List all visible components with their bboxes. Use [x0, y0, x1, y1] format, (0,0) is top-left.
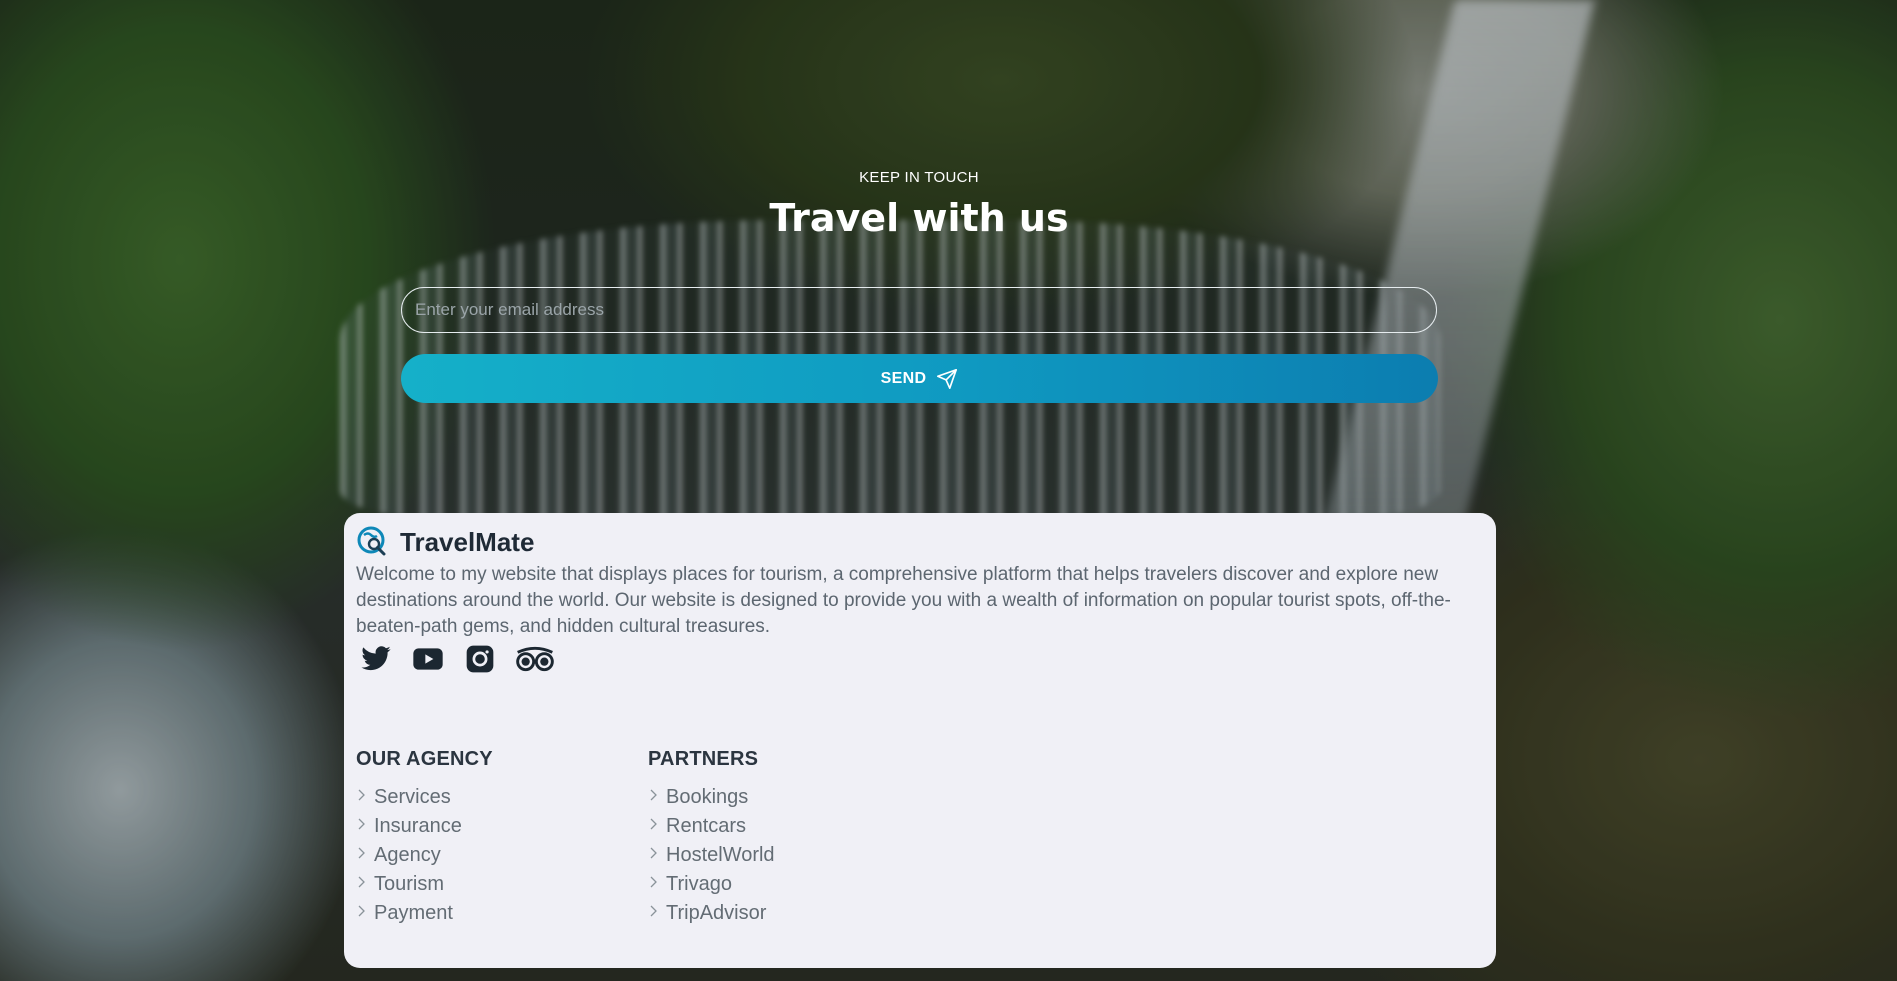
link-label: TripAdvisor	[666, 902, 767, 924]
link-label: Rentcars	[666, 815, 747, 837]
brand-name: TravelMate	[400, 526, 535, 557]
partners-link-list: Bookings Rentcars HostelWorld Trivago Tr…	[648, 783, 775, 928]
link-label: HostelWorld	[666, 844, 775, 866]
link-label: Bookings	[666, 786, 749, 808]
column-title: OUR AGENCY	[356, 748, 493, 770]
link-label: Services	[374, 786, 451, 808]
youtube-link[interactable]	[410, 643, 446, 675]
chevron-right-icon	[358, 905, 365, 916]
list-item: TripAdvisor	[648, 899, 775, 928]
list-item: Rentcars	[648, 812, 775, 841]
email-input[interactable]	[401, 287, 1437, 333]
list-item: Insurance	[356, 812, 493, 841]
instagram-link[interactable]	[462, 643, 498, 675]
footer-link-insurance[interactable]: Insurance	[356, 815, 462, 838]
chevron-right-icon	[650, 789, 657, 800]
tripadvisor-link[interactable]	[514, 643, 556, 675]
link-label: Insurance	[374, 815, 462, 837]
newsletter-section: KEEP IN TOUCH Travel with us SEND	[0, 0, 1897, 420]
footer-link-services[interactable]: Services	[356, 786, 451, 809]
list-item: Trivago	[648, 870, 775, 899]
footer-link-trivago[interactable]: Trivago	[648, 873, 732, 896]
footer-link-hostelworld[interactable]: HostelWorld	[648, 844, 775, 867]
chevron-right-icon	[358, 847, 365, 858]
footer-link-rentcars[interactable]: Rentcars	[648, 815, 746, 838]
send-button[interactable]: SEND	[401, 354, 1438, 403]
twitter-icon	[361, 646, 391, 671]
footer-column-agency: OUR AGENCY Services Insurance Agency Tou…	[356, 748, 493, 928]
section-eyebrow: KEEP IN TOUCH	[859, 169, 979, 186]
chevron-right-icon	[650, 876, 657, 887]
youtube-icon	[413, 648, 443, 670]
section-title: Travel with us	[769, 196, 1069, 240]
footer-link-agency[interactable]: Agency	[356, 844, 441, 867]
instagram-icon	[466, 645, 494, 673]
list-item: HostelWorld	[648, 841, 775, 870]
social-links	[358, 643, 556, 675]
link-label: Payment	[374, 902, 453, 924]
column-title: PARTNERS	[648, 748, 759, 770]
footer-link-payment[interactable]: Payment	[356, 902, 453, 925]
footer-card: TravelMate Welcome to my website that di…	[344, 513, 1496, 968]
about-text: Welcome to my website that displays plac…	[356, 564, 1451, 637]
footer-link-tripadvisor[interactable]: TripAdvisor	[648, 902, 766, 925]
chevron-right-icon	[358, 818, 365, 829]
tripadvisor-icon	[516, 646, 554, 672]
list-item: Services	[356, 783, 493, 812]
brand[interactable]: TravelMate	[356, 525, 534, 559]
chevron-right-icon	[650, 905, 657, 916]
list-item: Bookings	[648, 783, 775, 812]
list-item: Payment	[356, 899, 493, 928]
chevron-right-icon	[358, 789, 365, 800]
chevron-right-icon	[650, 818, 657, 829]
list-item: Agency	[356, 841, 493, 870]
footer-link-bookings[interactable]: Bookings	[648, 786, 748, 809]
chevron-right-icon	[650, 847, 657, 858]
link-label: Trivago	[666, 873, 732, 895]
chevron-right-icon	[358, 876, 365, 887]
footer-link-tourism[interactable]: Tourism	[356, 873, 444, 896]
globe-search-logo-icon	[357, 526, 386, 556]
paper-plane-icon	[937, 368, 958, 389]
link-label: Tourism	[374, 873, 445, 895]
agency-link-list: Services Insurance Agency Tourism Paymen…	[356, 783, 493, 928]
footer-column-partners: PARTNERS Bookings Rentcars HostelWorld T…	[648, 748, 775, 928]
link-label: Agency	[374, 844, 441, 866]
send-button-label: SEND	[880, 369, 927, 387]
list-item: Tourism	[356, 870, 493, 899]
twitter-link[interactable]	[358, 643, 394, 675]
